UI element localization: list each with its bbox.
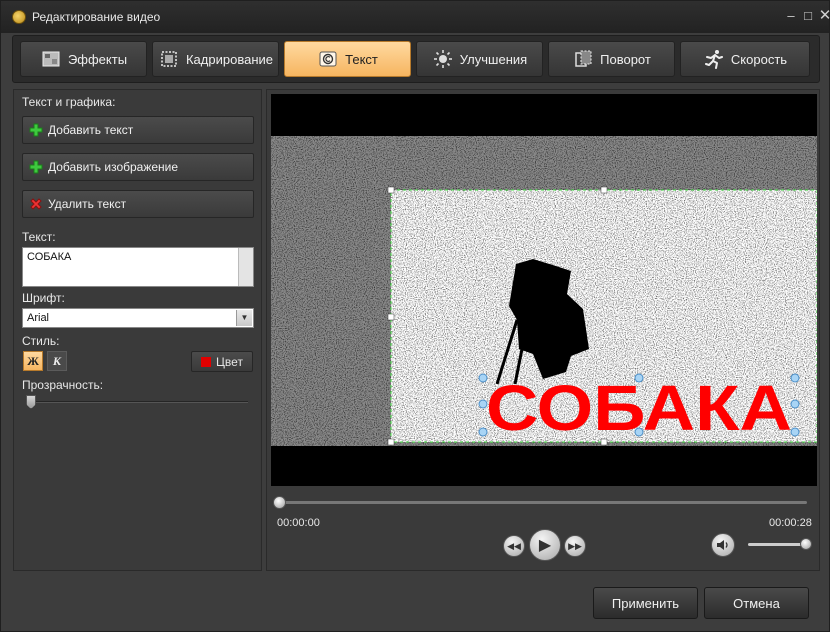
add-text-button[interactable]: Добавить текст bbox=[22, 116, 254, 144]
time-end: 00:00:28 bbox=[769, 517, 812, 529]
delete-icon bbox=[29, 197, 43, 211]
text-icon bbox=[317, 48, 339, 70]
apply-button[interactable]: Применить bbox=[593, 587, 698, 619]
tab-speed-label: Скорость bbox=[730, 51, 788, 67]
rotate-icon bbox=[572, 48, 594, 70]
tab-effects-label: Эффекты bbox=[67, 51, 128, 67]
italic-button[interactable]: К bbox=[47, 351, 67, 371]
next-frame-button[interactable]: ▶▶ bbox=[564, 535, 586, 557]
tab-improvements[interactable]: Улучшения bbox=[416, 41, 543, 77]
color-button-label: Цвет bbox=[216, 354, 243, 369]
preview-panel: СОБАКА 00:00:00 00:00:28 ◀◀ ▶ ▶▶ bbox=[266, 89, 820, 571]
volume-button[interactable] bbox=[711, 533, 735, 557]
tab-speed[interactable]: Скорость bbox=[680, 41, 810, 77]
tab-crop-label: Кадрирование bbox=[185, 51, 273, 67]
opacity-slider[interactable] bbox=[28, 401, 248, 403]
effects-icon bbox=[40, 48, 62, 70]
tab-rotate-label: Поворот bbox=[600, 51, 651, 67]
video-frame: СОБАКА bbox=[271, 94, 817, 486]
timeline-thumb[interactable] bbox=[273, 496, 286, 509]
tab-text[interactable]: Текст bbox=[284, 41, 411, 77]
text-settings-panel: Текст и графика: Добавить текст Добавить… bbox=[13, 89, 262, 571]
style-label: Стиль: bbox=[22, 334, 60, 348]
cancel-button[interactable]: Отмена bbox=[704, 587, 809, 619]
plus-icon bbox=[29, 123, 43, 137]
title-bar: Редактирование видео – □ ✕ bbox=[1, 1, 830, 33]
overlay-text[interactable]: СОБАКА bbox=[486, 372, 792, 444]
add-image-label: Добавить изображение bbox=[48, 160, 179, 174]
text-input-value: СОБАКА bbox=[27, 251, 72, 263]
timeline-slider[interactable] bbox=[279, 501, 807, 504]
section-title: Текст и графика: bbox=[22, 95, 116, 109]
volume-slider[interactable] bbox=[748, 543, 806, 546]
font-select[interactable]: Arial ▼ bbox=[22, 308, 254, 328]
rewind-icon: ◀◀ bbox=[507, 540, 521, 551]
close-button[interactable]: ✕ bbox=[816, 7, 830, 25]
bold-button[interactable]: Ж bbox=[23, 351, 43, 371]
tab-rotate[interactable]: Поворот bbox=[548, 41, 675, 77]
brightness-icon bbox=[432, 48, 454, 70]
plus-icon bbox=[29, 160, 43, 174]
text-input[interactable]: СОБАКА bbox=[22, 247, 254, 287]
previous-frame-button[interactable]: ◀◀ bbox=[503, 535, 525, 557]
text-input-scrollbar[interactable] bbox=[238, 248, 253, 286]
video-preview: СОБАКА bbox=[271, 94, 817, 486]
volume-slider-thumb[interactable] bbox=[800, 538, 812, 550]
color-button[interactable]: Цвет bbox=[191, 351, 253, 372]
window-title: Редактирование видео bbox=[32, 10, 161, 24]
delete-text-label: Удалить текст bbox=[48, 197, 127, 211]
speaker-icon bbox=[717, 540, 728, 550]
delete-text-button[interactable]: Удалить текст bbox=[22, 190, 254, 218]
add-text-label: Добавить текст bbox=[48, 123, 134, 137]
time-start: 00:00:00 bbox=[277, 517, 320, 529]
font-select-value: Arial bbox=[27, 312, 50, 324]
maximize-button[interactable]: □ bbox=[799, 7, 817, 25]
color-swatch bbox=[201, 356, 212, 367]
tab-effects[interactable]: Эффекты bbox=[20, 41, 147, 77]
minimize-button[interactable]: – bbox=[782, 7, 800, 25]
opacity-slider-thumb[interactable] bbox=[26, 395, 36, 409]
text-label: Текст: bbox=[22, 230, 56, 244]
running-man-icon bbox=[703, 48, 725, 70]
chevron-down-icon[interactable]: ▼ bbox=[236, 310, 252, 326]
crop-icon bbox=[158, 48, 180, 70]
play-icon: ▶ bbox=[538, 537, 552, 554]
fast-forward-icon: ▶▶ bbox=[568, 540, 582, 551]
opacity-label: Прозрачность: bbox=[22, 378, 104, 392]
tab-bar: Эффекты Кадрирование Текст Улучшения Пов… bbox=[12, 35, 820, 83]
tab-improvements-label: Улучшения bbox=[459, 51, 528, 67]
tab-crop[interactable]: Кадрирование bbox=[152, 41, 279, 77]
tab-text-label: Текст bbox=[345, 51, 378, 67]
video-editor-window: Редактирование видео – □ ✕ Эффекты Кадри… bbox=[0, 0, 830, 632]
add-image-button[interactable]: Добавить изображение bbox=[22, 153, 254, 181]
app-icon bbox=[12, 10, 26, 24]
play-button[interactable]: ▶ bbox=[529, 529, 561, 561]
font-label: Шрифт: bbox=[22, 291, 65, 305]
